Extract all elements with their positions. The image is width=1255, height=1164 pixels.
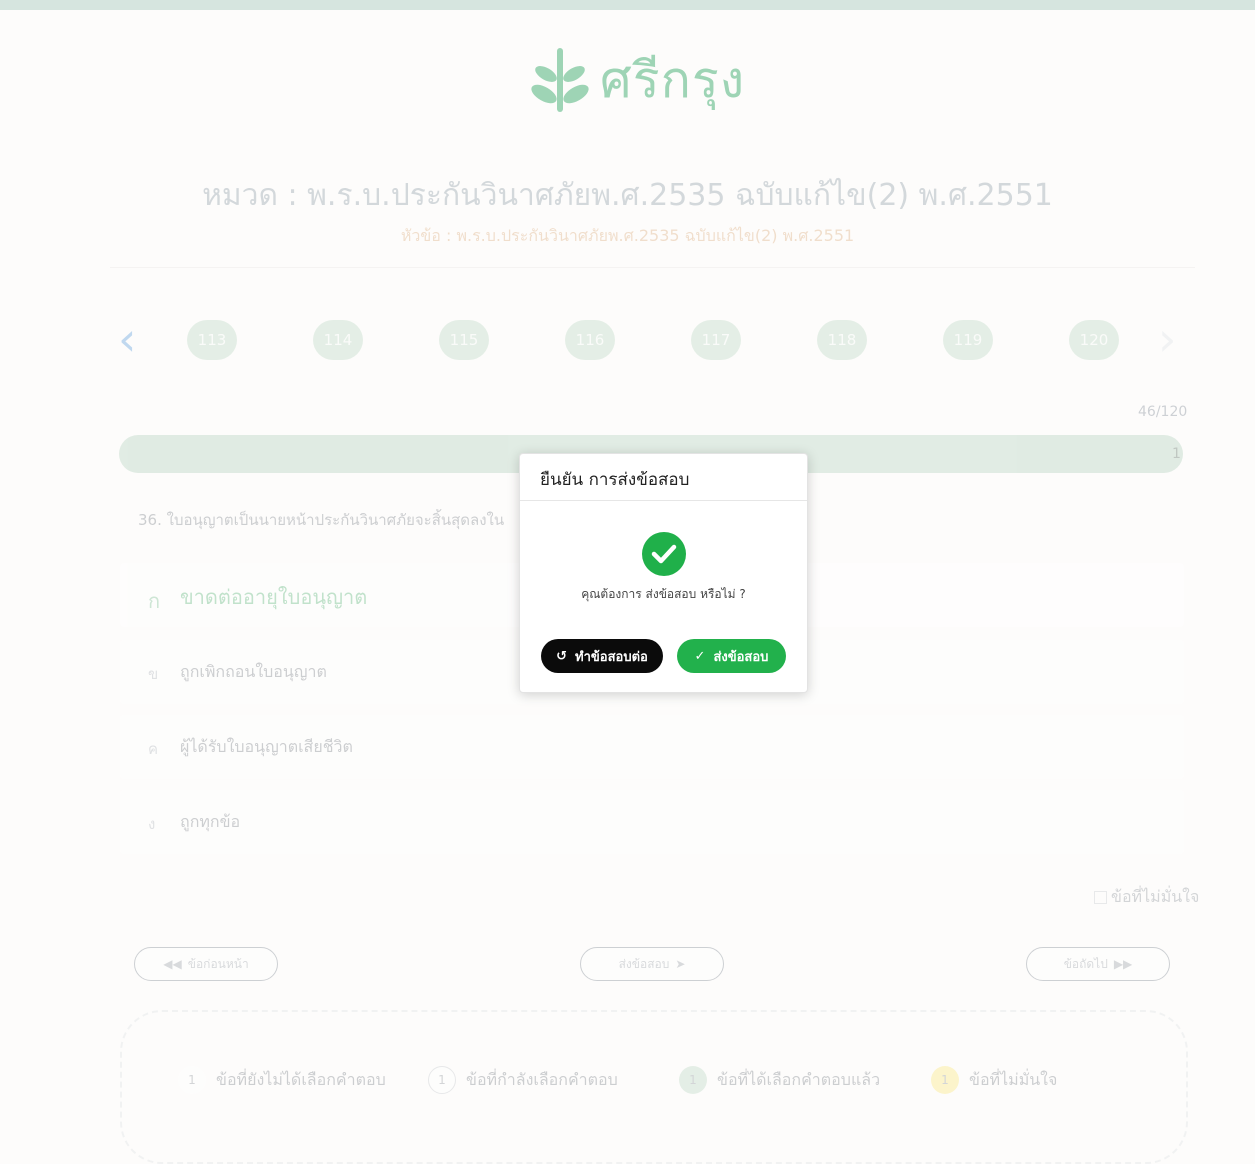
legend-label: ข้อที่กำลังเลือกคำตอบ bbox=[466, 1069, 618, 1089]
chevron-right-icon[interactable]: › bbox=[1158, 316, 1176, 362]
question-number-button[interactable]: 116 bbox=[565, 320, 615, 360]
question-number-button[interactable]: 113 bbox=[187, 320, 237, 360]
choice-text: ถูกทุกข้อ bbox=[180, 812, 241, 831]
legend-dot: 1 bbox=[178, 1066, 206, 1094]
next-label: ข้อถัดไป bbox=[1063, 956, 1108, 971]
progress-end-label: 1 bbox=[1172, 446, 1181, 462]
continue-label: ทำข้อสอบต่อ bbox=[575, 649, 648, 665]
choice-letter: ก bbox=[148, 589, 161, 613]
choice-text: ผู้ได้รับใบอนุญาตเสียชีวิต bbox=[180, 737, 353, 756]
prev-question-button[interactable]: ◀◀ ข้อก่อนหน้า bbox=[134, 947, 278, 981]
question-number-button[interactable]: 117 bbox=[691, 320, 741, 360]
choice-letter: ง bbox=[148, 815, 156, 833]
question-number-button[interactable]: 115 bbox=[439, 320, 489, 360]
legend-label: ข้อที่ได้เลือกคำตอบแล้ว bbox=[717, 1069, 881, 1089]
legend-dot: 1 bbox=[428, 1066, 456, 1094]
modal-title: ยืนยัน การส่งข้อสอบ bbox=[540, 470, 690, 490]
choice-letter: ค bbox=[148, 740, 159, 758]
brand-logo: ศรีกรุง bbox=[530, 40, 745, 120]
choice-text: ถูกเพิกถอนใบอนุญาต bbox=[180, 662, 327, 681]
legend-dot: 1 bbox=[931, 1066, 959, 1094]
progress-count: 46/120 bbox=[1138, 404, 1188, 420]
category-title: หมวด : พ.ร.บ.ประกันวินาศภัยพ.ศ.2535 ฉบับ… bbox=[202, 178, 1053, 213]
question-number-button[interactable]: 118 bbox=[817, 320, 867, 360]
submit-label: ส่งข้อสอบ bbox=[618, 956, 670, 971]
modal-message: คุณต้องการ ส่งข้อสอบ หรือไม่ ? bbox=[581, 587, 746, 601]
legend-label: ข้อที่ไม่มั่นใจ bbox=[969, 1069, 1058, 1089]
check-circle-icon bbox=[642, 532, 686, 576]
question-number-button[interactable]: 120 bbox=[1069, 320, 1119, 360]
topic-subtitle: หัวข้อ : พ.ร.บ.ประกันวินาศภัยพ.ศ.2535 ฉบ… bbox=[400, 226, 855, 245]
legend-item: 1 ข้อที่ได้เลือกคำตอบแล้ว bbox=[679, 1066, 880, 1094]
question-text: 36. ใบอนุญาตเป็นนายหน้าประกันวินาศภัยจะส… bbox=[138, 511, 505, 529]
legend-label: ข้อที่ยังไม่ได้เลือกคำตอบ bbox=[216, 1069, 386, 1089]
continue-exam-button[interactable]: ↺ ทำข้อสอบต่อ bbox=[541, 639, 663, 673]
question-number-button[interactable]: 119 bbox=[943, 320, 993, 360]
divider bbox=[110, 267, 1195, 268]
double-left-icon: ◀◀ bbox=[163, 957, 182, 971]
choice-text: ขาดต่ออายุใบอนุญาต bbox=[180, 585, 368, 609]
choice-letter: ข bbox=[148, 665, 159, 683]
legend-item: 1 ข้อที่กำลังเลือกคำตอบ bbox=[428, 1066, 618, 1094]
confirm-submit-button[interactable]: ✓ ส่งข้อสอบ bbox=[677, 639, 786, 673]
prev-label: ข้อก่อนหน้า bbox=[187, 956, 249, 971]
paper-plane-icon: ➤ bbox=[675, 957, 686, 971]
brand-name: ศรีกรุง bbox=[600, 50, 746, 109]
double-right-icon: ▶▶ bbox=[1113, 957, 1133, 971]
unsure-checkbox[interactable]: ข้อที่ไม่มั่นใจ bbox=[1094, 885, 1199, 910]
checkmark-icon bbox=[651, 544, 677, 564]
wheat-leaf-icon bbox=[531, 48, 589, 112]
checkbox-icon[interactable] bbox=[1094, 891, 1107, 904]
legend-item: 1 ข้อที่ยังไม่ได้เลือกคำตอบ bbox=[178, 1066, 386, 1094]
unsure-label: ข้อที่ไม่มั่นใจ bbox=[1111, 887, 1200, 906]
legend-item: 1 ข้อที่ไม่มั่นใจ bbox=[931, 1066, 1057, 1094]
choice-option[interactable]: ค ผู้ได้รับใบอนุญาตเสียชีวิต bbox=[120, 715, 1184, 779]
undo-icon: ↺ bbox=[556, 648, 568, 664]
confirm-label: ส่งข้อสอบ bbox=[713, 649, 769, 665]
next-question-button[interactable]: ข้อถัดไป ▶▶ bbox=[1026, 947, 1170, 981]
chevron-left-icon[interactable]: ‹ bbox=[118, 316, 136, 362]
question-number-button[interactable]: 114 bbox=[313, 320, 363, 360]
submit-exam-button[interactable]: ส่งข้อสอบ ➤ bbox=[580, 947, 724, 981]
modal-divider bbox=[520, 500, 807, 501]
choice-option[interactable]: ง ถูกทุกข้อ bbox=[120, 790, 1184, 854]
check-icon: ✓ bbox=[694, 648, 706, 664]
legend-dot: 1 bbox=[679, 1066, 707, 1094]
submit-confirm-modal: ยืนยัน การส่งข้อสอบ คุณต้องการ ส่งข้อสอบ… bbox=[519, 453, 808, 693]
